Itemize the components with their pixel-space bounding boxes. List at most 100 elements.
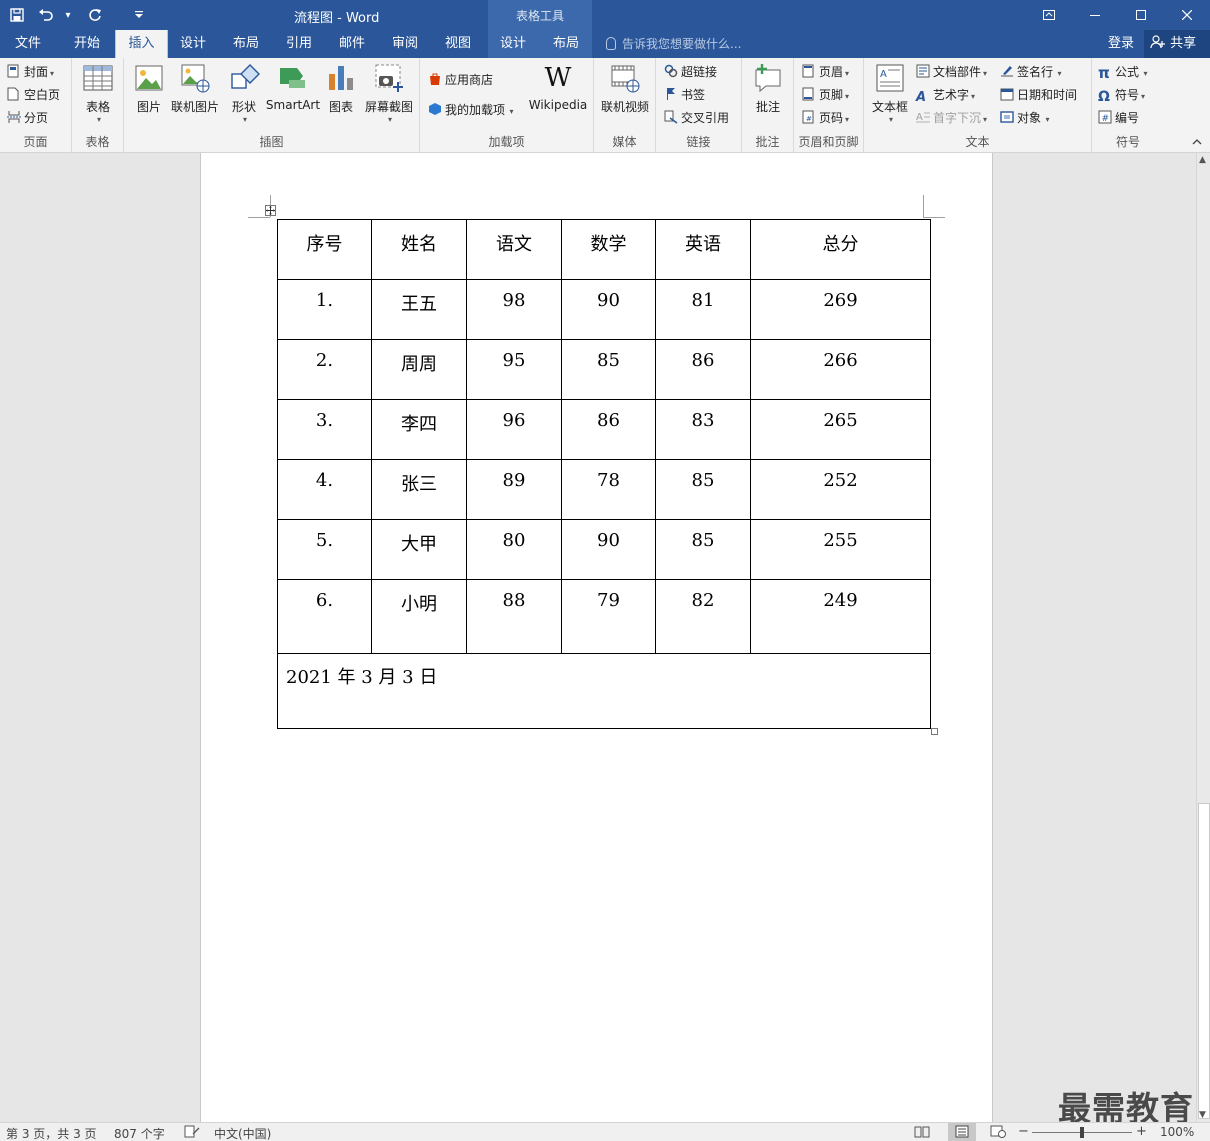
table-cell[interactable]: 周周 xyxy=(371,339,467,400)
tab-table-design[interactable]: 设计 xyxy=(488,30,538,58)
tab-home[interactable]: 开始 xyxy=(60,30,114,58)
table-cell[interactable]: 78 xyxy=(561,459,656,520)
zoom-level[interactable]: 100% xyxy=(1160,1125,1194,1139)
close-button[interactable] xyxy=(1164,0,1210,30)
table-cell[interactable]: 96 xyxy=(466,399,562,460)
cover-page-button[interactable]: 封面 ▾ xyxy=(7,62,54,82)
table-header-cell[interactable]: 总分 xyxy=(750,219,931,280)
table-cell[interactable]: 85 xyxy=(655,459,751,520)
table-header-cell[interactable]: 数学 xyxy=(561,219,656,280)
table-cell[interactable]: 90 xyxy=(561,519,656,580)
online-video-button[interactable]: 联机视频 xyxy=(598,62,652,115)
table-cell[interactable]: 90 xyxy=(561,279,656,340)
web-layout-button[interactable] xyxy=(990,1125,1006,1141)
table-cell[interactable]: 5. xyxy=(277,519,372,580)
table-cell[interactable]: 89 xyxy=(466,459,562,520)
textbox-button[interactable]: A 文本框 ▾ xyxy=(868,62,912,124)
tab-review[interactable]: 审阅 xyxy=(380,30,430,58)
table-cell[interactable]: 张三 xyxy=(371,459,467,520)
zoom-slider-thumb[interactable] xyxy=(1080,1127,1084,1138)
tab-table-layout[interactable]: 布局 xyxy=(540,30,592,58)
date-cell[interactable]: 2021 年 3 月 3 日 xyxy=(277,653,931,729)
table-cell[interactable]: 小明 xyxy=(371,579,467,654)
scrollbar-thumb[interactable] xyxy=(1198,803,1210,1119)
table-cell[interactable]: 王五 xyxy=(371,279,467,340)
table-header-cell[interactable]: 英语 xyxy=(655,219,751,280)
undo-button[interactable] xyxy=(34,0,58,30)
table-cell[interactable]: 249 xyxy=(750,579,931,654)
table-cell[interactable]: 269 xyxy=(750,279,931,340)
table-cell[interactable]: 82 xyxy=(655,579,751,654)
table-header-cell[interactable]: 语文 xyxy=(466,219,562,280)
table-cell[interactable]: 95 xyxy=(466,339,562,400)
page-count[interactable]: 第 3 页，共 3 页 xyxy=(6,1125,97,1141)
hyperlink-button[interactable]: 超链接 xyxy=(664,62,717,82)
word-count[interactable]: 807 个字 xyxy=(114,1125,165,1141)
table-cell[interactable]: 3. xyxy=(277,399,372,460)
tab-design[interactable]: 设计 xyxy=(168,30,218,58)
undo-dropdown[interactable]: ▾ xyxy=(58,0,78,30)
symbol-button[interactable]: Ω 符号 ▾ xyxy=(1098,85,1145,105)
scroll-up-arrow-icon[interactable]: ▲ xyxy=(1199,155,1206,165)
table-cell[interactable]: 85 xyxy=(561,339,656,400)
table-cell[interactable]: 大甲 xyxy=(371,519,467,580)
header-button[interactable]: 页眉 ▾ xyxy=(802,62,849,82)
table-cell[interactable]: 265 xyxy=(750,399,931,460)
table-move-handle[interactable] xyxy=(265,205,276,216)
online-picture-button[interactable]: 联机图片 xyxy=(170,62,220,115)
table-cell[interactable]: 98 xyxy=(466,279,562,340)
table-cell[interactable]: 255 xyxy=(750,519,931,580)
zoom-in-button[interactable]: + xyxy=(1136,1124,1147,1139)
equation-button[interactable]: π 公式 ▾ xyxy=(1098,62,1148,82)
shapes-button[interactable]: 形状 ▾ xyxy=(226,62,262,124)
wordart-button[interactable]: A 艺术字 ▾ xyxy=(916,85,975,105)
table-resize-handle[interactable] xyxy=(931,728,938,735)
redo-button[interactable] xyxy=(78,0,112,30)
document-page[interactable]: 序号 姓名 语文 数学 英语 总分 1. 王五 98 90 81 269 2. 周周 95 85 86 266 3.… xyxy=(200,153,993,1122)
picture-button[interactable]: 图片 xyxy=(132,62,166,115)
zoom-out-button[interactable]: − xyxy=(1018,1124,1029,1139)
object-button[interactable]: 对象 ▾ xyxy=(1000,108,1050,128)
signature-line-button[interactable]: 签名行 ▾ xyxy=(1000,62,1062,82)
table-cell[interactable]: 李四 xyxy=(371,399,467,460)
tab-view[interactable]: 视图 xyxy=(432,30,484,58)
maximize-button[interactable] xyxy=(1118,0,1164,30)
proofing-icon[interactable] xyxy=(184,1125,200,1141)
table-button[interactable]: 表格 ▾ xyxy=(80,62,116,124)
sign-in-link[interactable]: 登录 xyxy=(1108,30,1134,58)
customize-qat-button[interactable] xyxy=(112,0,166,30)
date-time-button[interactable]: 日期和时间 xyxy=(1000,85,1077,105)
page-break-button[interactable]: 分页 xyxy=(7,108,48,128)
table-cell[interactable]: 88 xyxy=(466,579,562,654)
screenshot-button[interactable]: 屏幕截图 ▾ xyxy=(362,62,416,124)
comment-button[interactable]: 批注 xyxy=(748,62,788,115)
table-cell[interactable]: 6. xyxy=(277,579,372,654)
read-mode-button[interactable] xyxy=(914,1125,930,1141)
minimize-button[interactable] xyxy=(1072,0,1118,30)
tell-me-search[interactable]: 告诉我您想要做什么... xyxy=(606,30,741,58)
table-cell[interactable]: 83 xyxy=(655,399,751,460)
store-button[interactable]: 应用商店 xyxy=(428,70,493,90)
drop-cap-button[interactable]: A 首字下沉 ▾ xyxy=(916,108,987,128)
table-cell[interactable]: 252 xyxy=(750,459,931,520)
share-button[interactable]: 共享 xyxy=(1144,30,1210,58)
table-cell[interactable]: 266 xyxy=(750,339,931,400)
tab-references[interactable]: 引用 xyxy=(274,30,324,58)
chart-button[interactable]: 图表 xyxy=(324,62,358,115)
table-cell[interactable]: 86 xyxy=(655,339,751,400)
table-cell[interactable]: 85 xyxy=(655,519,751,580)
grades-table[interactable]: 序号 姓名 语文 数学 英语 总分 1. 王五 98 90 81 269 2. 周周 95 85 86 266 3.… xyxy=(277,219,931,729)
smartart-button[interactable]: SmartArt xyxy=(264,62,322,112)
language-indicator[interactable]: 中文(中国) xyxy=(214,1125,271,1141)
table-cell[interactable]: 81 xyxy=(655,279,751,340)
footer-button[interactable]: 页脚 ▾ xyxy=(802,85,849,105)
save-button[interactable] xyxy=(0,0,34,30)
blank-page-button[interactable]: 空白页 xyxy=(7,85,60,105)
table-cell[interactable]: 2. xyxy=(277,339,372,400)
page-number-button[interactable]: # 页码 ▾ xyxy=(802,108,849,128)
table-cell[interactable]: 4. xyxy=(277,459,372,520)
tab-insert[interactable]: 插入 xyxy=(115,30,168,58)
table-cell[interactable]: 1. xyxy=(277,279,372,340)
tab-layout[interactable]: 布局 xyxy=(220,30,272,58)
wikipedia-button[interactable]: W Wikipedia xyxy=(526,62,590,112)
